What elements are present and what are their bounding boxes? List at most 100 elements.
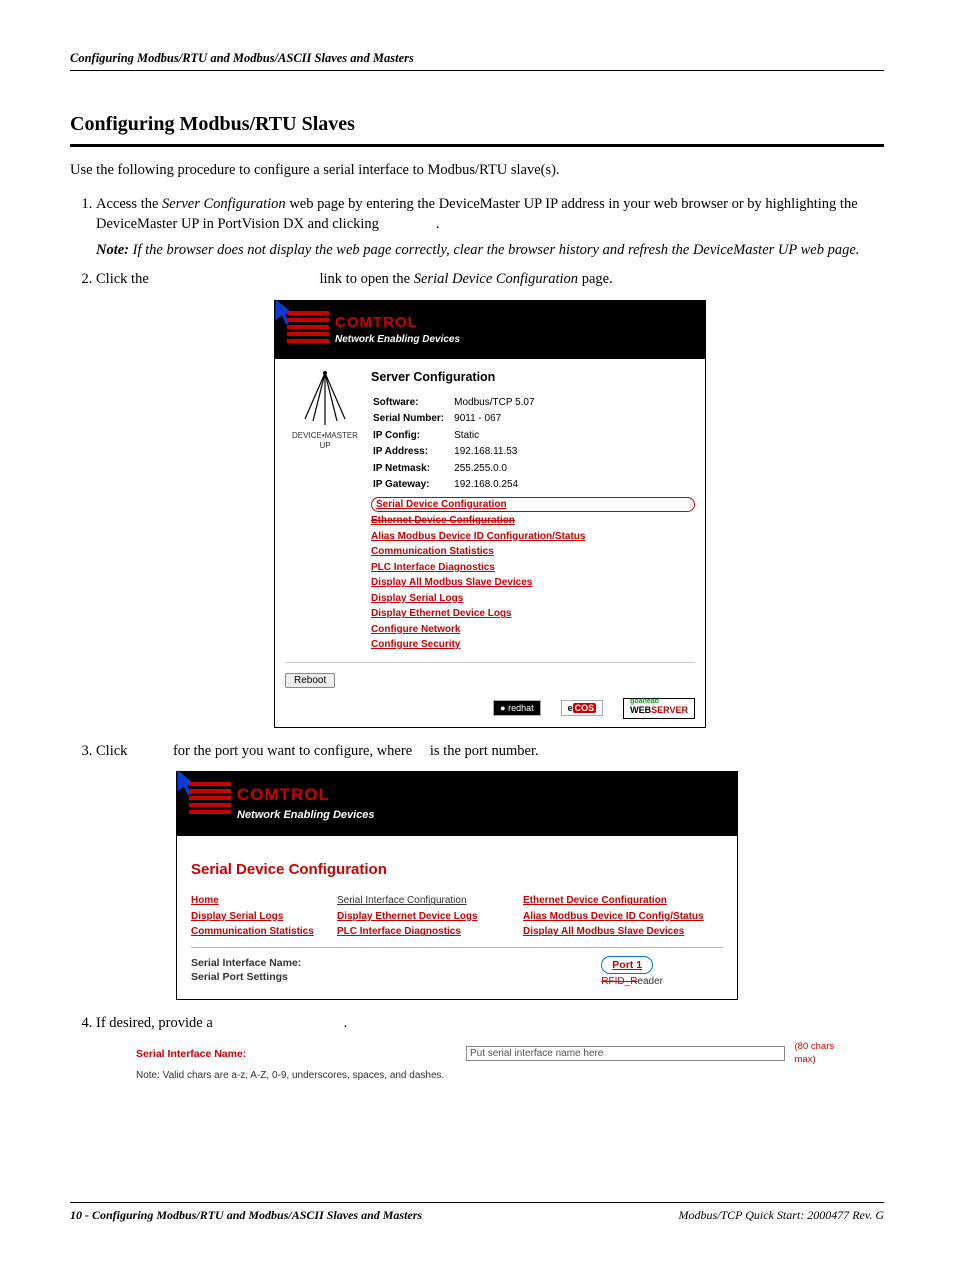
footer-left: Configuring Modbus/RTU and Modbus/ASCII … [92, 1208, 422, 1222]
step3-pre: Click [96, 743, 131, 759]
step1-pre: Access the [96, 196, 162, 212]
link-serial-logs[interactable]: Display Serial Logs [371, 592, 695, 606]
serial-interface-name-label: Serial Interface Name: [191, 956, 301, 970]
step-4: If desired, provide a Serial Interface N… [96, 1014, 884, 1083]
row-serial-label: Serial Number: [373, 412, 452, 427]
dm-sub: UP [285, 441, 365, 452]
footer-right: : 2000477 Rev. G [800, 1208, 884, 1222]
note-body: If the browser does not display the web … [133, 242, 860, 258]
step3-post: is the port number. [426, 743, 538, 759]
footer-right-em: Modbus/TCP Quick Start [678, 1208, 800, 1222]
fig2-link-grid: Home Serial Interface Configuration Ethe… [191, 894, 723, 939]
footer-pagenum: 10 - [70, 1208, 92, 1222]
row-netmask-value: 255.255.0.0 [454, 462, 542, 477]
link-disp-serial-logs[interactable]: Display Serial Logs [191, 910, 331, 924]
comtrol-bars-icon [189, 782, 231, 818]
devicemaster-icon [295, 369, 355, 429]
server-config-title: Server Configuration [371, 369, 695, 386]
row-ipconfig-label: IP Config: [373, 429, 452, 444]
step2-pre: Click the [96, 271, 152, 287]
server-info-table: Software:Modbus/TCP 5.07 Serial Number:9… [371, 394, 545, 495]
link-serial-device-config[interactable]: Serial Device Configuration [371, 497, 695, 513]
step3-gap2: N [416, 743, 426, 759]
sif-max: (80 chars max) [795, 1041, 856, 1067]
step1-em: Server Configuration [162, 196, 286, 212]
link-comm-stats2[interactable]: Communication Statistics [191, 925, 331, 939]
link-alias-modbus-status[interactable]: Alias Modbus Device ID Config/Status [523, 910, 723, 924]
sif-valid-chars-note: Note: Valid chars are a-z, A-Z, 0-9, und… [136, 1069, 856, 1083]
reader-text: eader [637, 976, 663, 987]
serial-interface-name-inset: Serial Interface Name: (80 chars max) No… [136, 1041, 856, 1082]
step3-mid: for the port you want to configure, wher… [169, 743, 415, 759]
step-3: Click Port N for the port you want to co… [96, 742, 884, 1000]
dm-label: DEVICE•MASTER [285, 431, 365, 442]
row-gateway-label: IP Gateway: [373, 478, 452, 493]
link-plc-diag[interactable]: PLC Interface Diagnostics [371, 561, 695, 575]
devicemaster-logo: DEVICE•MASTER UP [285, 369, 365, 654]
comtrol-tagline: Network Enabling Devices [335, 333, 460, 347]
step-1: Access the Server Configuration web page… [96, 195, 884, 260]
fig2-banner: COMTROL Network Enabling Devices [177, 772, 737, 836]
link-comm-stats[interactable]: Communication Statistics [371, 545, 695, 559]
redhat-logo: ● redhat [493, 700, 540, 716]
step1-note: Note: If the browser does not display th… [96, 241, 884, 261]
running-header: Configuring Modbus/RTU and Modbus/ASCII … [70, 50, 884, 71]
step1-gap: Webpage [382, 216, 436, 232]
link-eth-device-config[interactable]: Ethernet Device Configuration [523, 894, 723, 908]
row-netmask-label: IP Netmask: [373, 462, 452, 477]
serial-port-settings-label: Serial Port Settings [191, 970, 301, 984]
step1-tail: . [436, 216, 440, 232]
sif-label: Serial Interface Name: [136, 1047, 456, 1061]
fig1-footer-logos: ● redhat eCOS goaheadWEBSERVER [275, 694, 705, 727]
sif-input[interactable] [466, 1046, 785, 1061]
link-configure-security[interactable]: Configure Security [371, 638, 695, 652]
link-serial-iface-config[interactable]: Serial Interface Configuration [337, 894, 517, 908]
row-software-value: Modbus/TCP 5.07 [454, 396, 542, 411]
fig1-links: Serial Device Configuration Ethernet Dev… [371, 497, 695, 652]
step2-em: Serial Device Configuration [414, 271, 578, 287]
page-footer: 10 - Configuring Modbus/RTU and Modbus/A… [70, 1202, 884, 1223]
link-configure-network[interactable]: Configure Network [371, 623, 695, 637]
step2-gap1: Serial Device Configuration [152, 271, 315, 287]
serial-device-config-title: Serial Device Configuration [191, 860, 723, 880]
row-ipaddr-value: 192.168.11.53 [454, 445, 542, 460]
comtrol-logo: COMTROL [335, 313, 418, 333]
step3-gap1: Port N [131, 743, 169, 759]
link-all-modbus-slaves[interactable]: Display All Modbus Slave Devices [371, 576, 695, 590]
comtrol-logo: COMTROL [237, 784, 330, 807]
link-disp-eth-logs[interactable]: Display Ethernet Device Logs [337, 910, 517, 924]
port-1-link[interactable]: Port 1 [601, 956, 653, 974]
fig1-banner: COMTROL Network Enabling Devices [275, 301, 705, 359]
link-ethernet-logs[interactable]: Display Ethernet Device Logs [371, 607, 695, 621]
row-ipaddr-label: IP Address: [373, 445, 452, 460]
ecos-logo: eCOS [561, 700, 604, 716]
step4-post: . [344, 1015, 348, 1031]
procedure-list: Access the Server Configuration web page… [70, 195, 884, 1082]
comtrol-bars-icon [287, 311, 329, 347]
row-gateway-value: 192.168.0.254 [454, 478, 542, 493]
webserver-logo: goaheadWEBSERVER [623, 698, 695, 719]
note-label: Note: [96, 242, 129, 258]
row-serial-value: 9011 - 067 [454, 412, 542, 427]
link-ethernet-device-config[interactable]: Ethernet Device Configuration [371, 514, 695, 528]
link-all-modbus-slaves2[interactable]: Display All Modbus Slave Devices [523, 925, 723, 939]
link-alias-modbus[interactable]: Alias Modbus Device ID Configuration/Sta… [371, 530, 695, 544]
reboot-button[interactable]: Reboot [285, 673, 335, 688]
step4-gap: Serial Interface Name [216, 1015, 343, 1031]
port-row: Serial Interface Name: Serial Port Setti… [191, 956, 723, 989]
figure-1: COMTROL Network Enabling Devices DEVICE•… [96, 300, 884, 728]
step2-mid: link to open the [316, 271, 414, 287]
intro-paragraph: Use the following procedure to configure… [70, 161, 884, 181]
rfid-struck: RFID_R [601, 975, 637, 989]
row-ipconfig-value: Static [454, 429, 542, 444]
link-plc-diag2[interactable]: PLC Interface Diagnostics [337, 925, 517, 939]
step4-pre: If desired, provide a [96, 1015, 216, 1031]
section-heading: Configuring Modbus/RTU Slaves [70, 111, 884, 138]
step2-post: page. [578, 271, 613, 287]
comtrol-tagline: Network Enabling Devices [237, 808, 375, 823]
section-rule [70, 144, 884, 147]
link-home[interactable]: Home [191, 894, 331, 908]
figure-2: COMTROL Network Enabling Devices Serial … [176, 771, 884, 999]
step-2: Click the Serial Device Configuration li… [96, 270, 884, 727]
row-software-label: Software: [373, 396, 452, 411]
